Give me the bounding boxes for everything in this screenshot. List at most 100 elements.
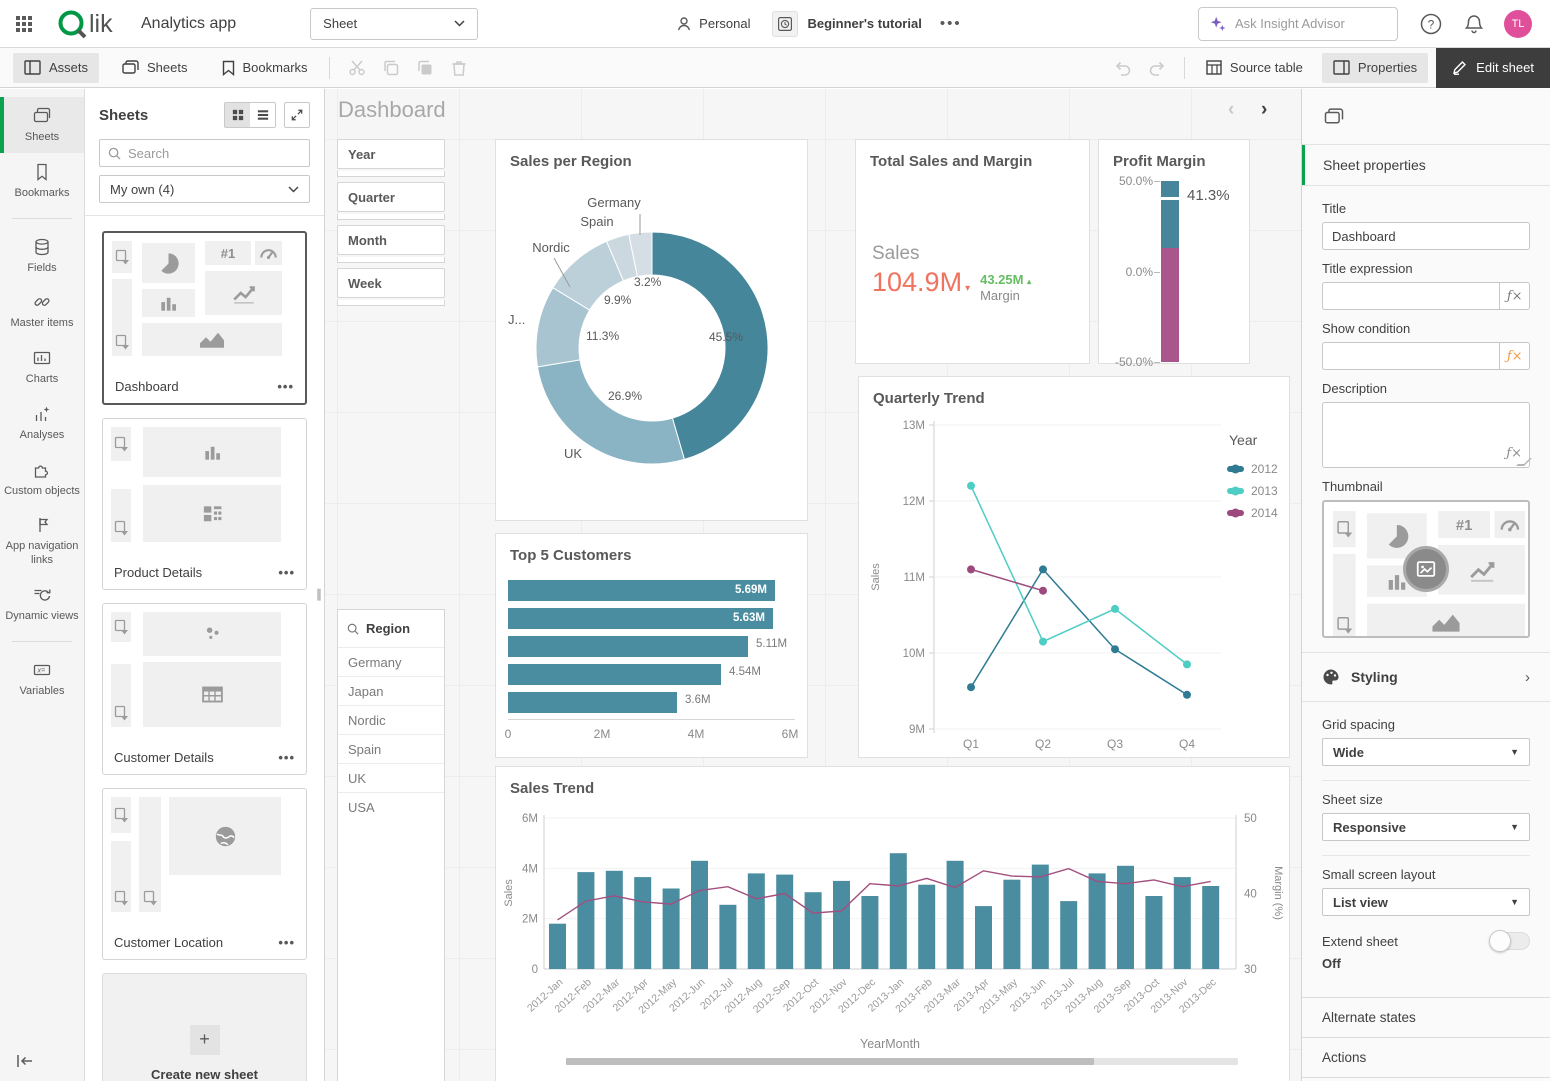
- sales-per-region-chart[interactable]: Sales per Region GermanySpainNordicJ...U…: [495, 139, 808, 521]
- sidebar-item-charts[interactable]: Charts: [0, 339, 84, 395]
- sidebar-item-dynamic-views[interactable]: Dynamic views: [0, 576, 84, 632]
- bar-row[interactable]: 5.11M: [508, 634, 801, 662]
- more-options-icon[interactable]: •••: [940, 15, 962, 32]
- grid-spacing-select[interactable]: Wide▼: [1322, 738, 1530, 766]
- sheet-menu-icon[interactable]: •••: [278, 565, 295, 580]
- region-item-spain[interactable]: Spain: [338, 734, 444, 763]
- notifications-icon[interactable]: [1464, 13, 1484, 35]
- sheet-card-customer-location[interactable]: Customer Location •••: [102, 788, 307, 960]
- collapse-panel-icon[interactable]: [16, 1053, 34, 1069]
- title-input[interactable]: [1322, 222, 1530, 250]
- sheet-search-input[interactable]: [128, 146, 301, 161]
- gauge-value-label: 41.3%: [1187, 187, 1230, 204]
- styling-section[interactable]: Styling ›: [1302, 652, 1550, 702]
- source-table-button[interactable]: Source table: [1195, 53, 1314, 83]
- alternate-states-section[interactable]: Alternate states: [1302, 998, 1550, 1038]
- expression-editor-icon[interactable]: ƒ×: [1499, 282, 1530, 310]
- sheet-thumbnail: [111, 797, 298, 919]
- filter-box-month[interactable]: Month: [337, 225, 445, 255]
- panel-resize-handle[interactable]: ∥: [316, 587, 322, 601]
- cut-icon[interactable]: [340, 53, 374, 83]
- sheet-size-select[interactable]: Responsive▼: [1322, 813, 1530, 841]
- avatar[interactable]: TL: [1504, 10, 1532, 38]
- quarterly-trend-chart[interactable]: Quarterly Trend 13M12M11M10M9MQ1Q2Q3Q4Sa…: [858, 376, 1290, 758]
- filter-box-year[interactable]: Year: [337, 139, 445, 169]
- filter-box-week[interactable]: Week: [337, 268, 445, 298]
- sidebar-item-app-navigation-links[interactable]: App navigation links: [0, 506, 84, 576]
- extend-sheet-toggle[interactable]: [1490, 932, 1530, 950]
- bookmarks-tab[interactable]: Bookmarks: [211, 53, 319, 83]
- actions-section[interactable]: Actions: [1302, 1038, 1550, 1078]
- profit-margin-gauge[interactable]: Profit Margin 50.0%0.0%-50.0%41.3%: [1098, 139, 1250, 364]
- sidebar-item-fields[interactable]: Fields: [0, 228, 84, 284]
- sheet-properties-header: Sheet properties: [1302, 145, 1550, 186]
- region-item-japan[interactable]: Japan: [338, 676, 444, 705]
- sales-trend-chart[interactable]: Sales Trend 6M4M2M05040302012-Jan2012-Fe…: [495, 766, 1290, 1081]
- personal-menu[interactable]: Personal: [676, 16, 750, 32]
- insight-advisor-input[interactable]: Ask Insight Advisor: [1198, 7, 1398, 41]
- sheet-name: Customer Location: [114, 935, 223, 950]
- sheet-selector[interactable]: Sheet: [310, 8, 478, 40]
- title-expression-input[interactable]: [1322, 282, 1499, 310]
- assets-tab[interactable]: Assets: [13, 53, 99, 83]
- bar-row[interactable]: 5.69M: [508, 578, 801, 606]
- expand-panel-icon[interactable]: [284, 102, 310, 128]
- grid-view-icon[interactable]: [225, 103, 250, 127]
- sheet-menu-icon[interactable]: •••: [277, 379, 294, 394]
- copy-icon[interactable]: [374, 53, 408, 83]
- help-icon[interactable]: ?: [1420, 13, 1442, 35]
- svg-text:lik: lik: [89, 10, 113, 38]
- bar-row[interactable]: 5.63M: [508, 606, 801, 634]
- sidebar-item-custom-objects[interactable]: Custom objects: [0, 451, 84, 507]
- thumbnail-preview[interactable]: #1: [1322, 500, 1530, 638]
- region-item-nordic[interactable]: Nordic: [338, 705, 444, 734]
- expression-editor-icon[interactable]: ƒ×: [1506, 446, 1522, 461]
- region-item-usa[interactable]: USA: [338, 792, 444, 821]
- properties-panel: Sheet properties Title Title expression …: [1301, 89, 1550, 1081]
- paste-icon[interactable]: [408, 53, 442, 83]
- svg-text:Year: Year: [1229, 432, 1258, 448]
- sidebar-item-variables[interactable]: x=Variables: [0, 651, 84, 707]
- list-view-icon[interactable]: [250, 103, 275, 127]
- delete-icon[interactable]: [442, 53, 476, 83]
- app-navigation-links-icon: [32, 515, 52, 535]
- region-item-germany[interactable]: Germany: [338, 647, 444, 676]
- sheet-title: Dashboard: [338, 97, 446, 123]
- top5-customers-chart[interactable]: Top 5 Customers 5.69M 5.63M 5.11M 4.54M …: [495, 533, 808, 758]
- expression-editor-icon[interactable]: ƒ×: [1499, 342, 1530, 370]
- redo-icon[interactable]: [1140, 53, 1174, 83]
- small-screen-select[interactable]: List view▼: [1322, 888, 1530, 916]
- sheet-properties-icon: [1324, 108, 1344, 125]
- undo-icon[interactable]: [1106, 53, 1140, 83]
- app-breadcrumb[interactable]: Beginner's tutorial: [772, 11, 921, 37]
- bar-row[interactable]: 4.54M: [508, 662, 801, 690]
- sheet-card-product-details[interactable]: Product Details•••: [102, 418, 307, 590]
- description-input[interactable]: ƒ×: [1322, 402, 1530, 468]
- prev-sheet-icon[interactable]: ‹: [1228, 99, 1234, 121]
- sidebar-item-analyses[interactable]: Analyses: [0, 395, 84, 451]
- sheet-card-dashboard[interactable]: #1 Dashboard•••: [102, 231, 307, 405]
- next-sheet-icon[interactable]: ›: [1261, 99, 1267, 121]
- sheet-menu-icon[interactable]: •••: [278, 935, 295, 950]
- sheet-menu-icon[interactable]: •••: [278, 750, 295, 765]
- region-item-uk[interactable]: UK: [338, 763, 444, 792]
- total-sales-kpi[interactable]: Total Sales and Margin Sales 104.9M▾ 43.…: [855, 139, 1090, 364]
- sheet-search[interactable]: [99, 139, 310, 167]
- sidebar-item-sheets[interactable]: Sheets: [0, 97, 84, 153]
- filter-box-quarter[interactable]: Quarter: [337, 182, 445, 212]
- collection-filter-select[interactable]: My own (4): [99, 175, 310, 203]
- source-table-icon: [1206, 60, 1222, 75]
- sheet-card-customer-details[interactable]: Customer Details•••: [102, 603, 307, 775]
- edit-sheet-button[interactable]: Edit sheet: [1436, 48, 1550, 88]
- change-thumbnail-icon[interactable]: [1403, 546, 1449, 592]
- create-new-sheet-button[interactable]: +Create new sheet: [102, 973, 307, 1081]
- sidebar-item-bookmarks[interactable]: Bookmarks: [0, 153, 84, 209]
- sheets-tab[interactable]: Sheets: [111, 53, 198, 83]
- properties-button[interactable]: Properties: [1322, 53, 1428, 83]
- app-menu-icon[interactable]: [15, 15, 33, 33]
- bar-row[interactable]: 3.6M: [508, 690, 801, 718]
- show-condition-input[interactable]: [1322, 342, 1499, 370]
- sidebar-item-master-items[interactable]: Master items: [0, 283, 84, 339]
- thumb-block: [142, 289, 195, 317]
- sheet-thumbnail: #1: [112, 241, 297, 363]
